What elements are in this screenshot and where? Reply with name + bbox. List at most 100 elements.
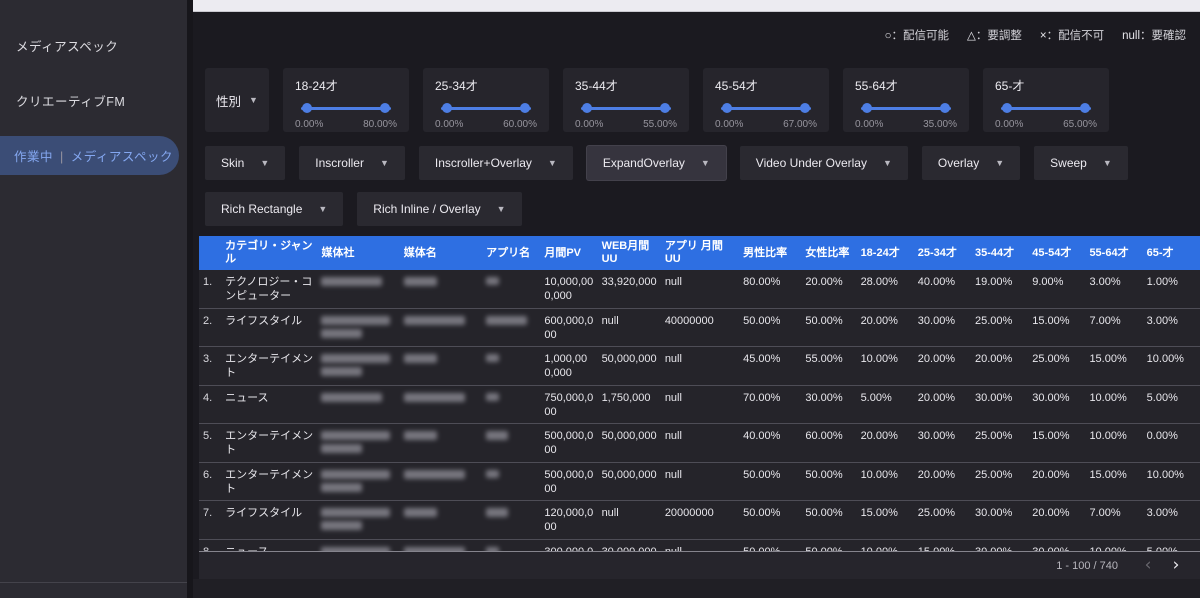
legend-label: ：要確認 (1140, 30, 1186, 42)
monthly-pv-cell: 750,000,000 (540, 385, 597, 424)
male-ratio-cell: 80.00% (739, 270, 801, 308)
slider-handle-max[interactable] (660, 103, 670, 113)
age-ratio-cell: 10.00% (857, 539, 914, 551)
column-header[interactable]: 媒体名 (400, 236, 482, 270)
slider-max-value: 55.00% (643, 119, 677, 130)
redacted-cell (400, 462, 482, 501)
slider-track[interactable] (577, 103, 675, 113)
redacted-text (486, 393, 499, 401)
slider-handle-min[interactable] (442, 103, 452, 113)
age-ratio-cell: 25.00% (914, 501, 971, 540)
app-monthly-uu-cell: null (661, 385, 739, 424)
format-filter-button[interactable]: ExpandOverlay▼ (587, 146, 726, 180)
format-filter-button[interactable]: Rich Inline / Overlay▼ (357, 192, 521, 226)
column-header[interactable]: 媒体社 (317, 236, 399, 270)
legend-label: ：配信可能 (892, 30, 950, 42)
chevron-down-icon: ▼ (318, 204, 327, 214)
female-ratio-cell: 50.00% (801, 462, 856, 501)
sidebar-item[interactable]: メディアスペック (0, 26, 187, 65)
column-header-index (199, 236, 221, 270)
redacted-text (321, 316, 389, 325)
redacted-cell (317, 385, 399, 424)
slider-handle-max[interactable] (1080, 103, 1090, 113)
redacted-text (486, 316, 527, 325)
column-header[interactable]: 55-64才 (1085, 236, 1142, 270)
sidebar-item[interactable]: クリエーティブFM (0, 81, 187, 120)
column-header[interactable]: 25-34才 (914, 236, 971, 270)
gender-filter-dropdown[interactable]: 性別 ▼ (205, 68, 269, 132)
slider-values: 0.00%55.00% (575, 119, 677, 130)
age-ratio-cell: 20.00% (1028, 501, 1085, 540)
age-ratio-cell: 3.00% (1143, 308, 1200, 347)
female-ratio-cell: 55.00% (801, 347, 856, 386)
column-header[interactable]: WEB月間UU (598, 236, 661, 270)
column-header[interactable]: アプリ名 (482, 236, 540, 270)
slider-track[interactable] (717, 103, 815, 113)
redacted-cell (400, 347, 482, 386)
app-monthly-uu-cell: null (661, 270, 739, 308)
pagination-prev-button[interactable]: ‹ (1136, 557, 1160, 574)
column-header[interactable]: アプリ 月間UU (661, 236, 739, 270)
slider-handle-min[interactable] (1002, 103, 1012, 113)
column-header[interactable]: カテゴリ・ジャンル (221, 236, 317, 270)
filter-row-formats-2: Rich Rectangle▼ Rich Inline / Overlay▼ (205, 192, 1200, 226)
pagination-next-button[interactable]: › (1164, 557, 1188, 574)
pagination-range: 1 - 100 / 740 (1056, 560, 1118, 572)
chevron-down-icon: ▼ (883, 158, 892, 168)
format-filter-button[interactable]: Overlay▼ (922, 146, 1020, 180)
format-filter-button[interactable]: Skin▼ (205, 146, 285, 180)
format-filter-button[interactable]: Rich Rectangle▼ (205, 192, 343, 226)
slider-line (861, 107, 951, 110)
age-ratio-cell: 30.00% (1028, 385, 1085, 424)
age-ratio-cell: 0.00% (1143, 424, 1200, 463)
slider-handle-min[interactable] (862, 103, 872, 113)
sidebar-item-active[interactable]: 作業中|メディアスペック (0, 136, 179, 175)
format-filter-button[interactable]: Sweep▼ (1034, 146, 1128, 180)
legend-label: ：配信不可 (1047, 30, 1105, 42)
slider-track[interactable] (997, 103, 1095, 113)
slider-handle-min[interactable] (582, 103, 592, 113)
column-header[interactable]: 45-54才 (1028, 236, 1085, 270)
table-row: 3.エンターテイメント1,000,000,00050,000,000null45… (199, 347, 1200, 386)
redacted-cell (317, 347, 399, 386)
redacted-text (404, 316, 465, 325)
format-filter-button[interactable]: Inscroller▼ (299, 146, 405, 180)
column-header[interactable]: 65-才 (1143, 236, 1200, 270)
row-index: 8. (199, 539, 221, 551)
age-ratio-cell: 30.00% (971, 539, 1028, 551)
category-cell: ニュース (221, 539, 317, 551)
slider-track[interactable] (437, 103, 535, 113)
slider-handle-min[interactable] (302, 103, 312, 113)
slider-handle-max[interactable] (520, 103, 530, 113)
slider-values: 0.00%67.00% (715, 119, 817, 130)
bottom-strip (193, 579, 1200, 598)
slider-handle-max[interactable] (800, 103, 810, 113)
age-range-slider-card: 25-34才0.00%60.00% (423, 68, 549, 132)
male-ratio-cell: 40.00% (739, 424, 801, 463)
column-header[interactable]: 35-44才 (971, 236, 1028, 270)
format-filter-button[interactable]: Video Under Overlay▼ (740, 146, 908, 180)
age-ratio-cell: 25.00% (971, 308, 1028, 347)
redacted-text (321, 483, 361, 492)
format-filter-button[interactable]: Inscroller+Overlay▼ (419, 146, 573, 180)
slider-handle-min[interactable] (722, 103, 732, 113)
slider-handle-max[interactable] (940, 103, 950, 113)
age-ratio-cell: 15.00% (914, 539, 971, 551)
slider-track[interactable] (857, 103, 955, 113)
column-header[interactable]: 月間PV (540, 236, 597, 270)
column-header[interactable]: 18-24才 (857, 236, 914, 270)
column-header[interactable]: 女性比率 (801, 236, 856, 270)
redacted-text (404, 508, 437, 517)
legend-symbol: ○ (885, 30, 892, 42)
age-ratio-cell: 15.00% (1085, 347, 1142, 386)
row-index: 1. (199, 270, 221, 308)
slider-handle-max[interactable] (380, 103, 390, 113)
age-ratio-cell: 7.00% (1085, 501, 1142, 540)
male-ratio-cell: 50.00% (739, 501, 801, 540)
column-header[interactable]: 男性比率 (739, 236, 801, 270)
web-monthly-uu-cell: 50,000,000 (598, 424, 661, 463)
slider-track[interactable] (297, 103, 395, 113)
age-ratio-cell: 10.00% (857, 347, 914, 386)
age-ratio-cell: 15.00% (857, 501, 914, 540)
format-filter-label: Overlay (938, 156, 979, 170)
